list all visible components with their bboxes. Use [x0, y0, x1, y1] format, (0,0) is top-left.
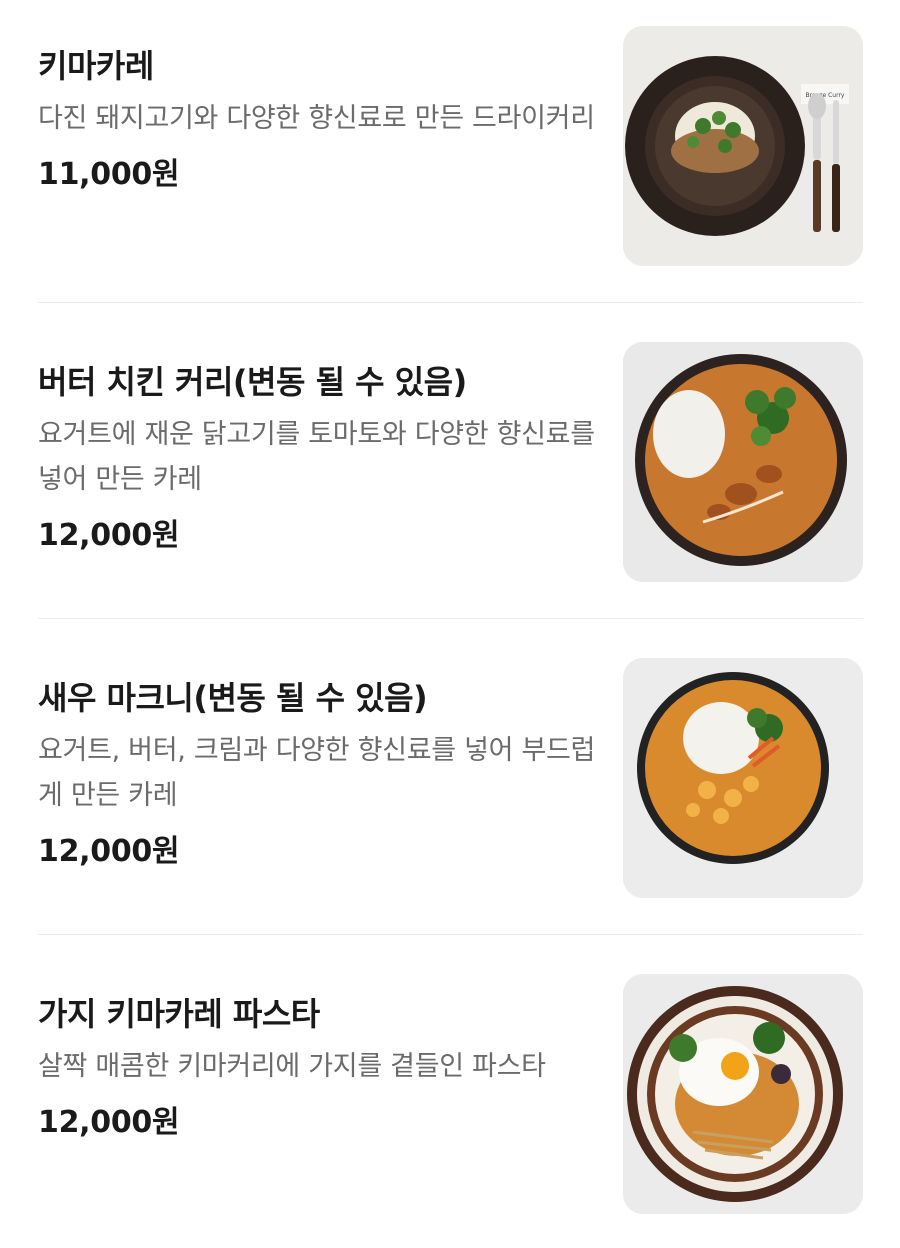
- menu-item-description: 요거트에 재운 닭고기를 토마토와 다양한 향신료를 넣어 만든 카레: [38, 419, 595, 495]
- menu-item-text: 키마카레 다진 돼지고기와 다양한 향신료로 만든 드라이커리 11,000원: [38, 0, 598, 195]
- menu-item-price: 12,000원: [38, 1105, 180, 1140]
- menu-list: 키마카레 다진 돼지고기와 다양한 향신료로 만든 드라이커리 11,000원 …: [0, 0, 900, 1248]
- keema-curry-illustration: Breeze Curry: [623, 26, 863, 266]
- menu-item-text: 가지 키마카레 파스타 살짝 매콤한 키마커리에 가지를 곁들인 파스타 12,…: [38, 948, 598, 1143]
- menu-item-butter-chicken-curry[interactable]: 버터 치킨 커리(변동 될 수 있음) 요거트에 재운 닭고기를 토마토와 다양…: [38, 316, 863, 582]
- menu-item-keema-curry[interactable]: 키마카레 다진 돼지고기와 다양한 향신료로 만든 드라이커리 11,000원 …: [38, 0, 863, 266]
- menu-item-price: 11,000원: [38, 157, 180, 192]
- menu-item-name: 키마카레: [38, 47, 154, 85]
- menu-item-price: 12,000원: [38, 834, 180, 869]
- menu-item-description: 요거트, 버터, 크림과 다양한 향신료를 넣어 부드럽게 만든 카레: [38, 735, 596, 811]
- menu-item-description: 다진 돼지고기와 다양한 향신료로 만든 드라이커리: [38, 103, 595, 134]
- divider: [38, 302, 863, 303]
- menu-item-name: 새우 마크니(변동 될 수 있음): [38, 679, 428, 717]
- divider: [38, 618, 863, 619]
- keema-curry-photo[interactable]: Breeze Curry: [623, 26, 863, 266]
- menu-item-text: 버터 치킨 커리(변동 될 수 있음) 요거트에 재운 닭고기를 토마토와 다양…: [38, 316, 598, 556]
- menu-item-shrimp-makhani[interactable]: 새우 마크니(변동 될 수 있음) 요거트, 버터, 크림과 다양한 향신료를 …: [38, 632, 863, 898]
- menu-item-name: 가지 키마카레 파스타: [38, 995, 320, 1033]
- eggplant-pasta-illustration: [623, 974, 863, 1214]
- butter-chicken-illustration: [623, 342, 863, 582]
- menu-item-eggplant-keema-pasta[interactable]: 가지 키마카레 파스타 살짝 매콤한 키마커리에 가지를 곁들인 파스타 12,…: [38, 948, 863, 1214]
- menu-item-text: 새우 마크니(변동 될 수 있음) 요거트, 버터, 크림과 다양한 향신료를 …: [38, 632, 598, 872]
- menu-item-price: 12,000원: [38, 518, 180, 553]
- menu-item-name: 버터 치킨 커리(변동 될 수 있음): [38, 363, 467, 401]
- eggplant-keema-pasta-photo[interactable]: [623, 974, 863, 1214]
- butter-chicken-curry-photo[interactable]: [623, 342, 863, 582]
- divider: [38, 934, 863, 935]
- menu-item-description: 살짝 매콤한 키마커리에 가지를 곁들인 파스타: [38, 1051, 546, 1082]
- shrimp-makhani-photo[interactable]: [623, 658, 863, 898]
- shrimp-makhani-illustration: [623, 658, 863, 898]
